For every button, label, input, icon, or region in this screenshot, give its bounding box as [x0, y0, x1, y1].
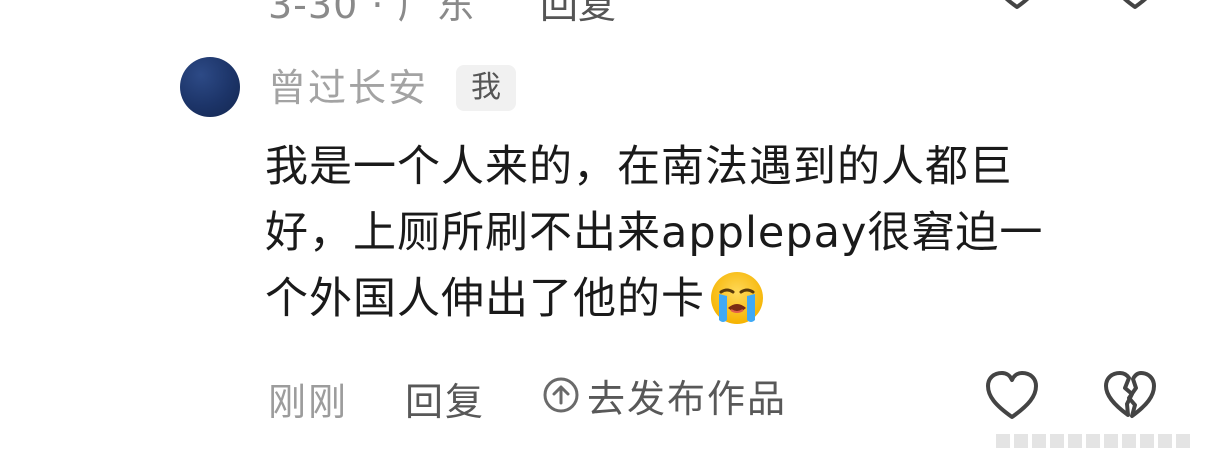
arrow-up-circle-icon	[543, 377, 579, 413]
comment-line: 个外国人伸出了他的卡	[265, 266, 1145, 332]
self-badge: 我	[456, 65, 516, 111]
comment-text: 我是一个人来的，在南法遇到的人都巨 好，上厕所刷不出来applepay很窘迫一 …	[265, 134, 1145, 332]
previous-heart-icon[interactable]	[990, 0, 1044, 12]
comment-line-text: 个外国人伸出了他的卡	[265, 274, 705, 324]
username[interactable]: 曾过长安	[268, 62, 428, 114]
watermark	[996, 434, 1190, 448]
heart-icon[interactable]	[984, 370, 1040, 422]
broken-heart-icon[interactable]	[1102, 370, 1158, 422]
previous-comment-time: 3-30 · 广东	[268, 0, 476, 27]
comment-line: 好，上厕所刷不出来applepay很窘迫一	[265, 208, 1044, 258]
avatar[interactable]	[180, 57, 240, 117]
previous-broken-heart-icon[interactable]	[1108, 0, 1162, 12]
publish-work-label: 去发布作品	[587, 376, 788, 421]
reply-button[interactable]: 回复	[405, 371, 485, 426]
comment-actions: 刚刚 回复 去发布作品	[0, 365, 1206, 425]
previous-reply-button[interactable]: 回复	[540, 0, 616, 29]
loudly-crying-face-icon	[711, 271, 763, 324]
comment-line: 我是一个人来的，在南法遇到的人都巨	[265, 142, 1013, 192]
publish-work-button[interactable]: 去发布作品	[541, 365, 787, 425]
previous-comment-actions: 3-30 · 广东 回复	[0, 0, 1206, 27]
comment-time: 刚刚	[268, 380, 349, 424]
